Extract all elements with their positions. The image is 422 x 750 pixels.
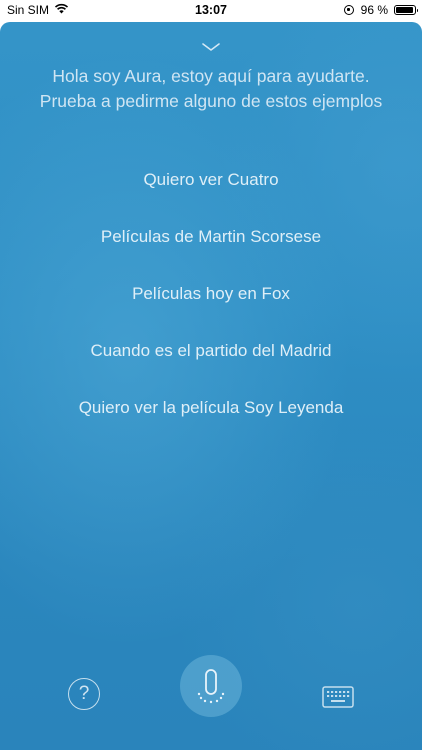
suggestion-item[interactable]: Quiero ver la película Soy Leyenda: [0, 394, 422, 451]
collapse-chevron-icon[interactable]: [199, 40, 223, 52]
suggestion-item[interactable]: Películas hoy en Fox: [0, 280, 422, 337]
suggestion-item[interactable]: Películas de Martin Scorsese: [0, 223, 422, 280]
microphone-button[interactable]: [180, 655, 242, 717]
status-right: 96 %: [343, 3, 418, 17]
assistant-intro: Hola soy Aura, estoy aquí para ayudarte.…: [0, 64, 422, 114]
battery-icon: [394, 5, 418, 15]
microphone-icon: [197, 669, 225, 704]
suggestion-item[interactable]: Cuando es el partido del Madrid: [0, 337, 422, 394]
help-button[interactable]: ?: [68, 678, 100, 710]
keyboard-icon: [322, 686, 354, 708]
help-icon-label: ?: [78, 683, 90, 704]
battery-fill: [396, 7, 414, 13]
suggestion-item[interactable]: Quiero ver Cuatro: [0, 166, 422, 223]
battery-percent: 96 %: [360, 3, 388, 17]
suggestion-list: Quiero ver Cuatro Películas de Martin Sc…: [0, 166, 422, 451]
intro-line-1: Hola soy Aura, estoy aquí para ayudarte.: [52, 66, 370, 86]
intro-line-2: Prueba a pedirme alguno de estos ejemplo…: [39, 91, 383, 111]
orientation-lock-icon: [343, 5, 354, 15]
status-bar: Sin SIM 13:07 96 %: [0, 0, 422, 20]
assistant-sheet: Hola soy Aura, estoy aquí para ayudarte.…: [0, 22, 422, 750]
keyboard-button[interactable]: [322, 686, 354, 708]
